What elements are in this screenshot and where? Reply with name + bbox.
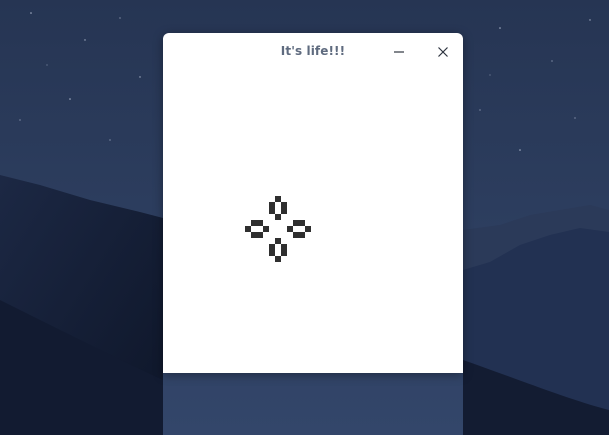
live-cell: [305, 226, 311, 232]
desktop-background: It's life!!!: [0, 0, 609, 435]
live-cell: [263, 226, 269, 232]
title-bar[interactable]: It's life!!!: [163, 33, 463, 71]
game-of-life-board[interactable]: [163, 71, 463, 373]
minimize-icon: [394, 51, 404, 53]
live-cell: [275, 256, 281, 262]
minimize-button[interactable]: [389, 42, 409, 62]
live-cell: [281, 208, 287, 214]
app-window: It's life!!!: [163, 33, 463, 373]
window-title: It's life!!!: [280, 44, 346, 58]
live-cell: [299, 232, 305, 238]
live-cell: [281, 250, 287, 256]
live-cell: [275, 214, 281, 220]
live-cell: [257, 232, 263, 238]
close-icon: [438, 47, 448, 57]
close-button[interactable]: [433, 42, 453, 62]
